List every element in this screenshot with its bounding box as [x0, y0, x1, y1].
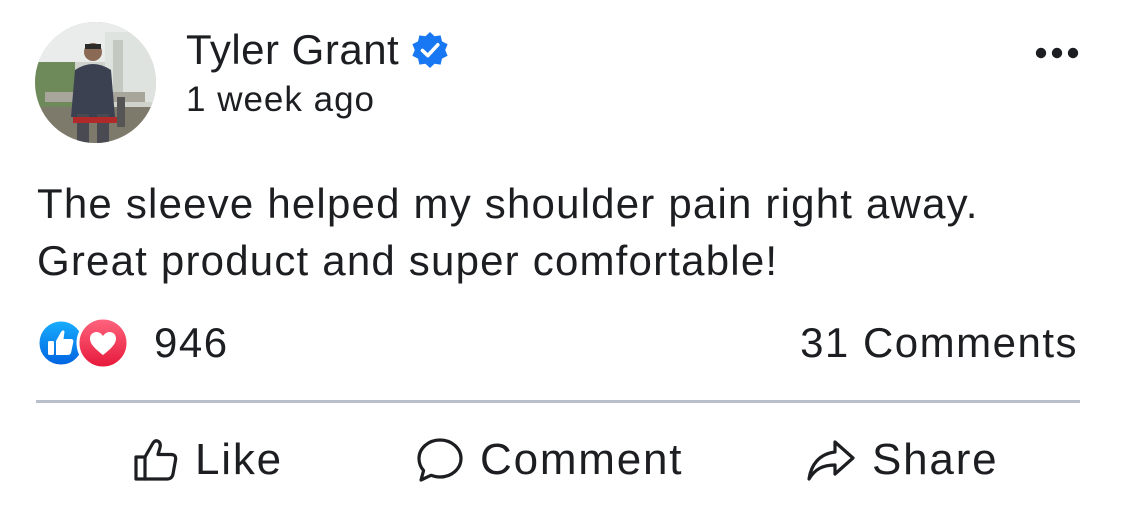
like-button[interactable]: Like	[133, 430, 283, 490]
reaction-count: 946	[154, 319, 229, 366]
speech-bubble-icon	[417, 438, 463, 482]
avatar-photo	[35, 22, 156, 143]
comment-button[interactable]: Comment	[416, 430, 683, 490]
love-reaction-icon	[76, 316, 130, 370]
verified-badge-icon	[411, 31, 449, 69]
author-name-row: Tyler Grant	[186, 24, 449, 76]
post-timestamp[interactable]: 1 week ago	[186, 78, 449, 122]
thumbs-up-icon	[134, 439, 178, 481]
divider	[36, 400, 1080, 403]
share-button[interactable]: Share	[806, 430, 998, 490]
reaction-icons	[36, 316, 140, 370]
like-button-label: Like	[195, 435, 283, 484]
share-arrow-icon	[807, 440, 855, 481]
post-text: The sleeve helped my shoulder pain right…	[37, 180, 979, 284]
share-button-label: Share	[872, 435, 999, 484]
comments-count-link[interactable]: 31 Comments	[800, 316, 1078, 370]
author-name[interactable]: Tyler Grant	[186, 24, 399, 76]
reactions-summary[interactable]: 946	[36, 316, 229, 370]
author-block: Tyler Grant 1 week ago	[186, 24, 449, 122]
more-options-button[interactable]	[1030, 36, 1084, 70]
more-options-icon	[1035, 47, 1079, 59]
comment-button-label: Comment	[480, 435, 684, 484]
facebook-post: Tyler Grant 1 week ago The sleeve helped…	[0, 0, 1122, 527]
avatar[interactable]	[35, 22, 156, 143]
